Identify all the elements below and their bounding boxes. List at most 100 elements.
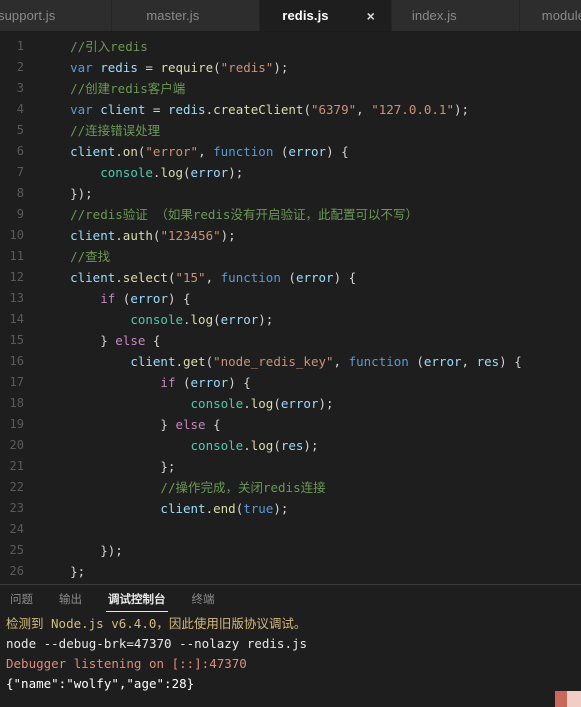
code-token: . [243, 396, 251, 411]
code-token: }; [40, 564, 86, 579]
code-token: }); [40, 543, 123, 558]
code-token: . [115, 270, 123, 285]
line-number: 21 [9, 459, 24, 473]
code-token: client [160, 501, 206, 516]
code-line-text: console.log(res); [40, 435, 581, 456]
code-token: error [295, 270, 334, 285]
code-line-text: var redis = require("redis"); [40, 57, 581, 78]
line-number: 24 [9, 522, 24, 536]
debug-console-output[interactable]: 检测到 Node.js v6.4.0，因此使用旧版协议调试。 node --deb… [0, 613, 581, 707]
code-line: 20 console.log(res); [0, 435, 581, 456]
code-line-text: console.log(error); [40, 393, 581, 414]
code-line-text: }); [40, 183, 581, 204]
panel-tab-0[interactable]: 问题 [8, 587, 35, 612]
code-token: auth [122, 228, 153, 243]
code-token: ( [273, 438, 281, 453]
code-line: 19 } else { [0, 414, 581, 435]
panel-tab-2[interactable]: 调试控制台 [106, 587, 168, 612]
code-token: var [70, 102, 93, 117]
code-token: ); [318, 396, 334, 411]
code-token: log [160, 165, 184, 180]
code-token: . [205, 501, 214, 516]
code-token: . [243, 438, 251, 453]
line-number: 8 [16, 186, 24, 200]
line-number: 13 [9, 291, 24, 305]
close-icon[interactable]: × [367, 9, 375, 23]
code-token: "15" [175, 270, 206, 285]
code-line-text: client.auth("123456"); [40, 225, 581, 246]
code-line-text: }); [40, 540, 581, 561]
corner-swatch-red [555, 691, 567, 707]
code-token: ( [183, 165, 191, 180]
line-number: 6 [16, 144, 24, 158]
editor-tab-master-js[interactable]: master.js [112, 0, 261, 31]
code-token: . [205, 102, 214, 117]
line-number: 2 [16, 60, 24, 74]
line-number: 4 [16, 102, 24, 116]
code-token: function [220, 270, 281, 285]
code-line: 16 client.get("node_redis_key", function… [0, 351, 581, 372]
code-line-text: var client = redis.createClient("6379", … [40, 99, 581, 120]
line-number: 16 [9, 354, 24, 368]
code-token: res [280, 438, 304, 453]
code-token: ( [213, 312, 221, 327]
code-line: 5 //连接错误处理 [0, 120, 581, 141]
code-line-text: //操作完成，关闭redis连接 [40, 477, 581, 498]
panel-tab-1[interactable]: 输出 [57, 587, 84, 612]
code-token: , [333, 354, 349, 369]
code-line-text: console.log(error); [40, 309, 581, 330]
code-token: ) { [499, 354, 522, 369]
code-token: ); [273, 501, 289, 516]
code-token: "127.0.0.1" [371, 102, 454, 117]
code-token: } [40, 333, 116, 348]
code-token: { [145, 333, 161, 348]
code-line: 2 var redis = require("redis"); [0, 57, 581, 78]
code-token: error [190, 375, 229, 390]
code-token: redis [100, 60, 138, 75]
editor-tab-module-j[interactable]: module.j [519, 0, 581, 31]
code-line-text: }; [40, 561, 581, 582]
editor-tab-redis-js[interactable]: redis.js × [260, 0, 392, 31]
code-token: res [476, 354, 500, 369]
code-token: if [160, 375, 176, 390]
line-number: 23 [9, 501, 24, 515]
code-token: else [115, 333, 146, 348]
code-token: //引入redis [70, 39, 148, 54]
line-number: 3 [16, 81, 24, 95]
code-token: redis [167, 102, 206, 117]
code-token: //查找 [70, 249, 111, 264]
code-line: 8 }); [0, 183, 581, 204]
editor-tab-support-js[interactable]: support.js [0, 0, 113, 31]
code-line: 15 } else { [0, 330, 581, 351]
editor-tab-bar: support.js master.js redis.js × index.js modu… [0, 0, 581, 32]
code-token: function [213, 144, 274, 159]
code-line-text: //创建redis客户端 [40, 78, 581, 99]
code-token: ( [115, 291, 131, 306]
line-number: 25 [9, 543, 24, 557]
code-line: 6 client.on("error", function (error) { [0, 141, 581, 162]
code-token: = [145, 102, 168, 117]
code-line: 1 //引入redis [0, 36, 581, 57]
code-token: client [70, 144, 116, 159]
code-token: end [213, 501, 236, 516]
editor-tab-label: support.js [0, 8, 56, 23]
code-line: 26 }; [0, 561, 581, 582]
panel-tab-3[interactable]: 终端 [190, 587, 217, 612]
line-number: 20 [9, 438, 24, 452]
code-editor[interactable]: 1 //引入redis 2 var redis = require("redis"… [0, 32, 581, 584]
code-token: log [250, 396, 274, 411]
code-token: ( [175, 375, 191, 390]
code-token: ); [303, 438, 319, 453]
code-token: createClient [213, 102, 304, 117]
code-token: console [130, 312, 183, 327]
editor-tab-label: module.j [541, 8, 581, 23]
code-token: //创建redis客户端 [70, 81, 186, 96]
code-token: ( [273, 144, 289, 159]
editor-tab-index-js[interactable]: index.js [391, 0, 520, 31]
